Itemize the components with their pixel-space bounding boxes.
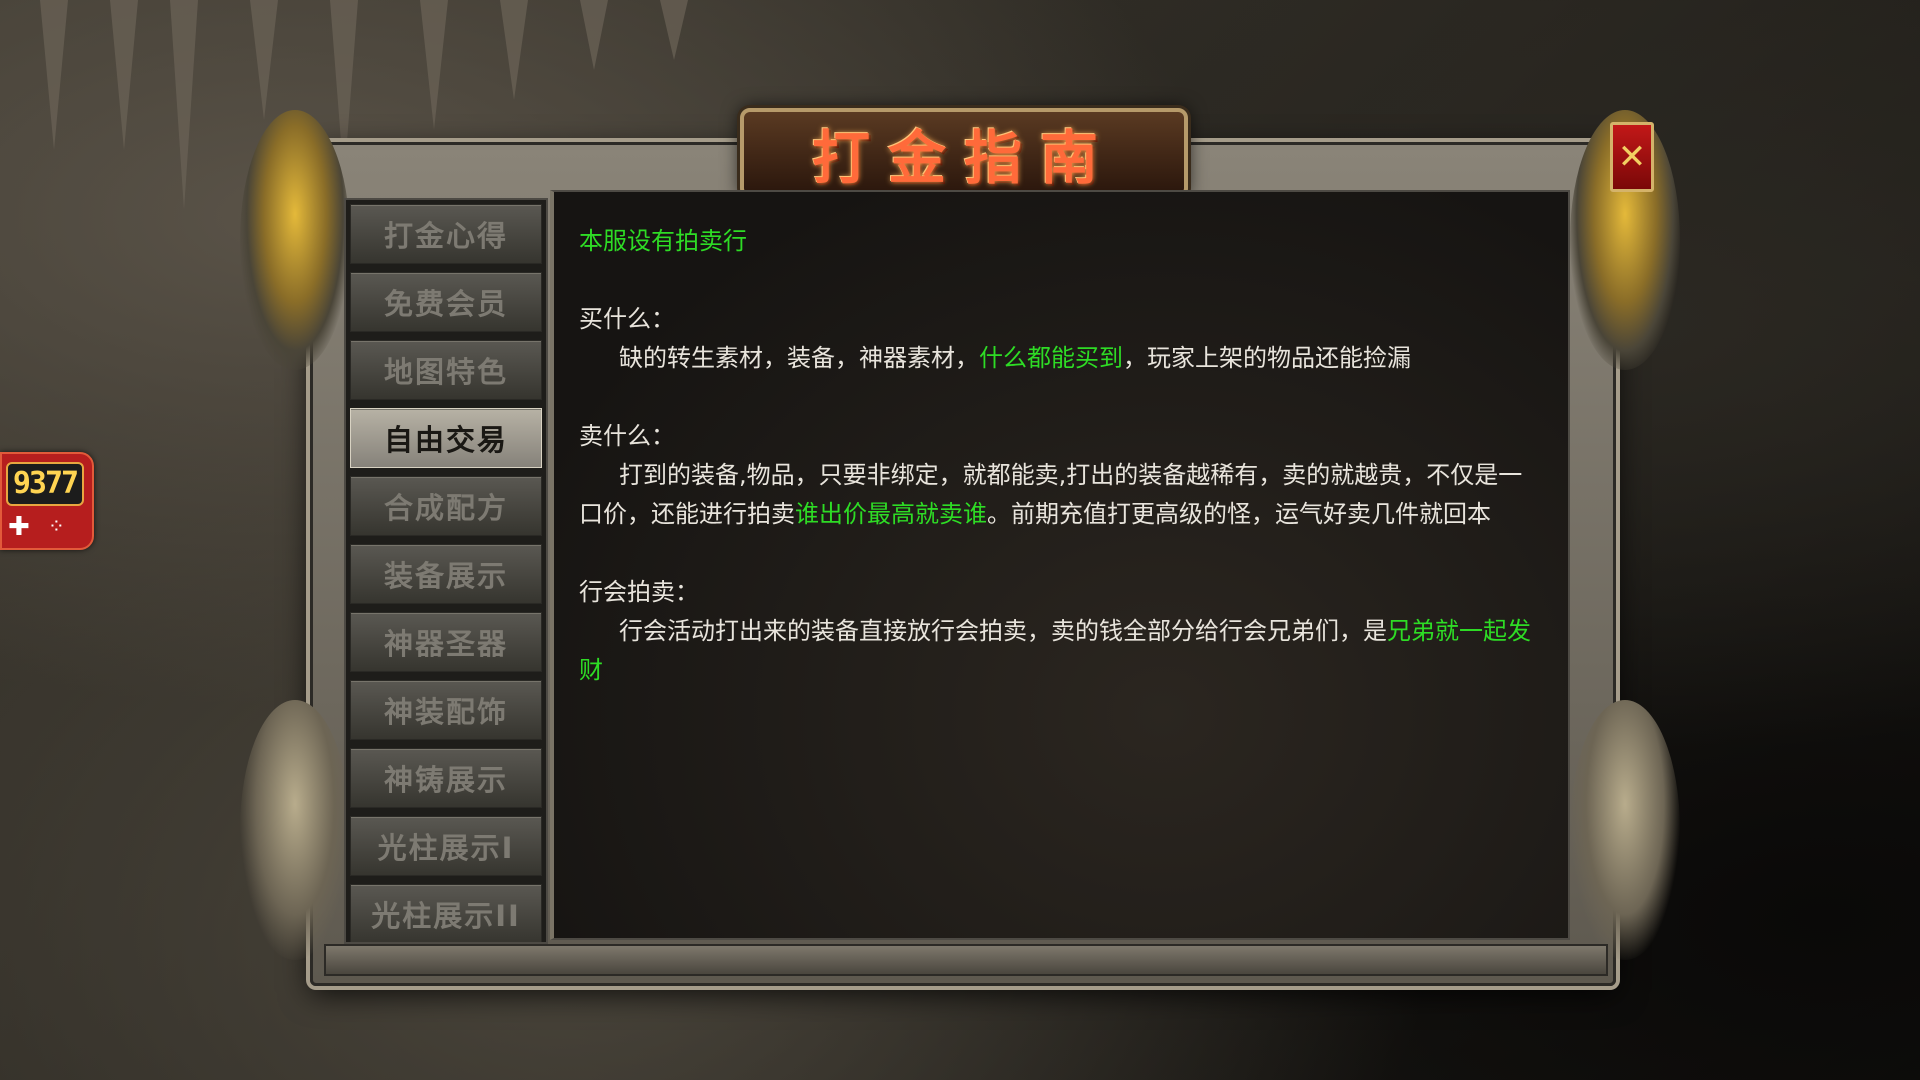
dragon-bottom-left-icon <box>240 700 350 960</box>
tab-map-features[interactable]: 地图特色 <box>350 340 542 400</box>
buy-label: 买什么： <box>579 305 675 333</box>
side-game-widget[interactable]: 9377 ✚ ⁘ <box>0 452 94 550</box>
content-area: 本服设有拍卖行 买什么： 缺的转生素材，装备，神器素材，什么都能买到，玩家上架的… <box>550 190 1570 940</box>
buy-highlight: 什么都能买到 <box>979 344 1123 372</box>
close-button[interactable]: ✕ <box>1610 122 1654 192</box>
sell-label: 卖什么： <box>579 422 675 450</box>
tab-divine-accessories[interactable]: 神装配饰 <box>350 680 542 740</box>
tab-gold-tips[interactable]: 打金心得 <box>350 204 542 264</box>
widget-number: 9377 <box>6 462 84 506</box>
tab-light-pillar-1[interactable]: 光柱展示I <box>350 816 542 876</box>
gamepad-buttons-icon: ⁘ <box>48 514 65 538</box>
tab-equipment-showcase[interactable]: 装备展示 <box>350 544 542 604</box>
tab-light-pillar-2[interactable]: 光柱展示II <box>350 884 542 942</box>
close-icon: ✕ <box>1617 137 1647 177</box>
buy-paragraph: 缺的转生素材，装备，神器素材，什么都能买到，玩家上架的物品还能捡漏 <box>619 344 1411 372</box>
tab-artifacts[interactable]: 神器圣器 <box>350 612 542 672</box>
tab-synthesis-recipes[interactable]: 合成配方 <box>350 476 542 536</box>
sidebar-tabs: 打金心得 免费会员 地图特色 自由交易 合成配方 装备展示 神器圣器 神装配饰 … <box>344 198 548 944</box>
sell-highlight: 谁出价最高就卖谁 <box>795 500 987 528</box>
page-title: 打金指南 <box>811 124 1116 192</box>
dragon-bottom-right-icon <box>1570 700 1680 960</box>
guild-paragraph: 行会活动打出来的装备直接放行会拍卖，卖的钱全部分给行会兄弟们，是兄弟就一起发财 <box>579 617 1531 684</box>
tab-forge-showcase[interactable]: 神铸展示 <box>350 748 542 808</box>
content-heading: 本服设有拍卖行 <box>579 227 747 255</box>
dragon-top-left-icon <box>240 110 350 370</box>
gamepad-icon: ✚ <box>8 512 30 542</box>
guild-label: 行会拍卖： <box>579 578 699 606</box>
panel-bottom-border <box>324 944 1608 976</box>
tab-free-trade[interactable]: 自由交易 <box>350 408 542 468</box>
tab-free-membership[interactable]: 免费会员 <box>350 272 542 332</box>
sell-paragraph: 打到的装备,物品，只要非绑定，就都能卖,打出的装备越稀有，卖的就越贵，不仅是一口… <box>579 461 1523 528</box>
title-plate: 打金指南 <box>740 108 1188 198</box>
